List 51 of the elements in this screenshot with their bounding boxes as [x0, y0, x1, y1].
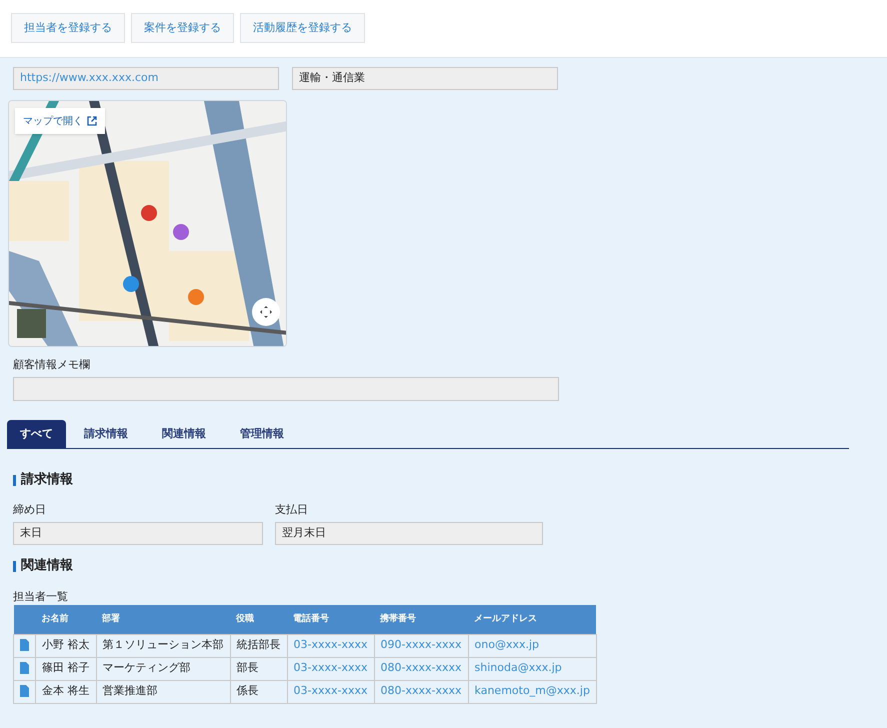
memo-label: 顧客情報メモ欄: [13, 359, 91, 371]
section-heading: 関連情報: [21, 557, 73, 576]
document-icon[interactable]: [20, 662, 29, 674]
field-label: 支払日: [275, 502, 308, 516]
action-button[interactable]: 案件を登録する: [131, 13, 234, 43]
value-field[interactable]: 翌月末日: [275, 522, 543, 545]
table-cell: 金本 将生: [36, 680, 96, 703]
column-header: 携帯番号: [374, 605, 468, 634]
column-header: お名前: [36, 605, 96, 634]
table-cell: 係長: [230, 680, 287, 703]
section-marker-icon: [13, 474, 16, 486]
table-link[interactable]: 03-xxxx-xxxx: [287, 680, 374, 703]
tab[interactable]: 請求情報: [68, 420, 144, 448]
table-link[interactable]: 080-xxxx-xxxx: [374, 657, 468, 680]
column-header: 役職: [230, 605, 287, 634]
table-cell: 営業推進部: [96, 680, 230, 703]
table-cell: 部長: [230, 657, 287, 680]
table-cell: 篠田 裕子: [36, 657, 96, 680]
table-cell: 統括部長: [230, 634, 287, 657]
value-field[interactable]: 末日: [13, 522, 263, 545]
table-cell: マーケティング部: [96, 657, 230, 680]
url-field[interactable]: https://www.xxx.xxx.com: [13, 67, 279, 90]
table-link[interactable]: kanemoto_m@xxx.jp: [468, 680, 596, 703]
field-label: 締め日: [13, 502, 46, 516]
expand-icon: [259, 305, 273, 319]
column-header: 電話番号: [287, 605, 374, 634]
table-link[interactable]: shinoda@xxx.jp: [468, 657, 596, 680]
tab[interactable]: 関連情報: [146, 420, 222, 448]
action-button[interactable]: 活動履歴を登録する: [240, 13, 365, 43]
table-link[interactable]: 03-xxxx-xxxx: [287, 634, 374, 657]
industry-field[interactable]: 運輸・通信業: [292, 67, 558, 90]
section-heading: 請求情報: [21, 471, 73, 490]
column-header: 部署: [96, 605, 230, 634]
header-cell: [14, 605, 36, 634]
table-link[interactable]: 080-xxxx-xxxx: [374, 680, 468, 703]
table-cell: 小野 裕太: [36, 634, 96, 657]
table-link[interactable]: ono@xxx.jp: [468, 634, 596, 657]
column-header: メールアドレス: [468, 605, 596, 634]
table-link[interactable]: 090-xxxx-xxxx: [374, 634, 468, 657]
table-title: 担当者一覧: [13, 589, 69, 603]
section-marker-icon: [13, 560, 16, 572]
table-link[interactable]: 03-xxxx-xxxx: [287, 657, 374, 680]
tab[interactable]: すべて: [7, 420, 66, 448]
action-button[interactable]: 担当者を登録する: [11, 13, 125, 43]
memo-field[interactable]: [13, 377, 559, 401]
external-link-icon: [87, 116, 97, 126]
tab[interactable]: 管理情報: [224, 420, 300, 448]
document-icon[interactable]: [20, 639, 29, 652]
document-icon[interactable]: [20, 685, 29, 698]
table-cell: 第１ソリューション本部: [96, 634, 230, 657]
open-map-link[interactable]: マップで開く: [15, 108, 105, 134]
